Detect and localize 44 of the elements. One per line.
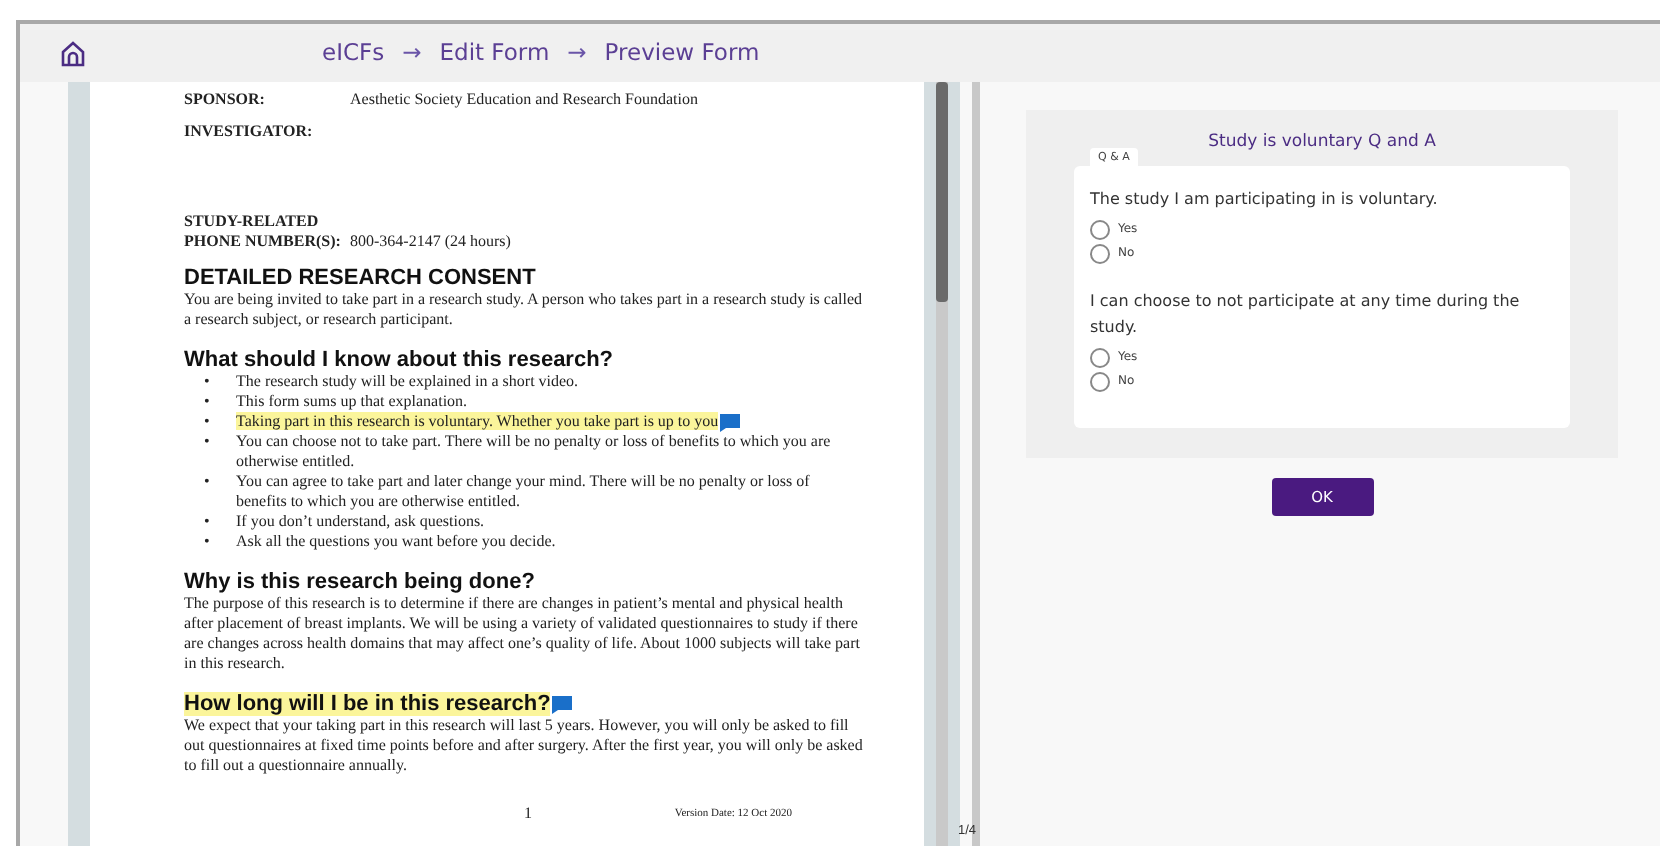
radio-button[interactable] (1090, 243, 1110, 264)
field-label: STUDY-RELATED (184, 212, 321, 232)
radio-button[interactable] (1090, 371, 1110, 392)
field-value: 800-364-2147 (24 hours) (350, 232, 511, 252)
scrollbar-thumb[interactable] (936, 82, 948, 302)
section-heading: DETAILED RESEARCH CONSENT (184, 266, 536, 290)
bullet-marker: • (204, 512, 212, 532)
bullet-marker: • (204, 412, 212, 432)
comment-icon[interactable] (720, 413, 741, 432)
question-text: I can choose to not participate at any time during the study. (1090, 289, 1522, 340)
bullet-marker: • (204, 532, 212, 552)
scrollbar[interactable] (936, 82, 948, 846)
list-item-text: You can agree to take part and later change your mind. There will be no penalty or loss of benefits to which you are otherwise entitled. (236, 472, 810, 510)
question-text: The study I am participating in is voluntary. (1090, 187, 1440, 212)
field-label: SPONSOR: (184, 90, 267, 110)
section-heading: What should I know about this research? (184, 348, 614, 372)
arrow-separator: → (567, 35, 587, 70)
comment-icon[interactable] (552, 695, 573, 714)
list-item-text: Taking part in this research is voluntary. Whether you take part is up to you (236, 412, 719, 430)
paragraph: We expect that your taking part in this research will last 5 years. However, you will only be asked to fill out questionnaires at fixed time points before and after surgery. After the first year, you will only be asked to fill out a questionnaire annually. (184, 716, 864, 776)
bullet-marker: • (204, 472, 212, 494)
radio-button[interactable] (1090, 219, 1110, 240)
radio-button[interactable] (1090, 347, 1110, 368)
bullet-marker: • (204, 392, 212, 412)
field-label: INVESTIGATOR: (184, 122, 315, 142)
breadcrumb-link[interactable]: eICFs (322, 35, 385, 71)
field-label: PHONE NUMBER(S): (184, 232, 343, 252)
breadcrumb-link[interactable]: Edit Form (439, 35, 550, 71)
list-item-text: Ask all the questions you want before you decide. (236, 532, 556, 550)
field-value: Aesthetic Society Education and Research Foundation (350, 90, 698, 110)
section-heading: Why is this research being done? (184, 570, 535, 594)
list-item-text: You can choose not to take part. There will be no penalty or loss of benefits to which you are otherwise entitled. (236, 432, 831, 470)
breadcrumb-link[interactable]: Preview Form (604, 35, 760, 71)
page-number: 1 (524, 804, 532, 822)
home-icon[interactable] (60, 39, 86, 67)
bullet-marker: • (204, 432, 212, 454)
paragraph: The purpose of this research is to determine if there are changes in patient’s mental and physical health after placement of breast implants. We will be using a variety of validated questionnaires to study if there are changes across health domains that may affect one’s quality of life. About 1000 subjects will take part in this research. (184, 594, 862, 674)
list-item-text: The research study will be explained in a short video. (236, 372, 579, 390)
section-heading: How long will I be in this research? (184, 692, 551, 716)
arrow-separator: → (402, 35, 422, 70)
paragraph: You are being invited to take part in a research study. A person who takes part in a research study is called a research subject, or research participant. (184, 290, 864, 330)
bullet-marker: • (204, 372, 212, 392)
list-item-text: This form sums up that explanation. (236, 392, 468, 410)
list-item-text: If you don’t understand, ask questions. (236, 512, 485, 530)
